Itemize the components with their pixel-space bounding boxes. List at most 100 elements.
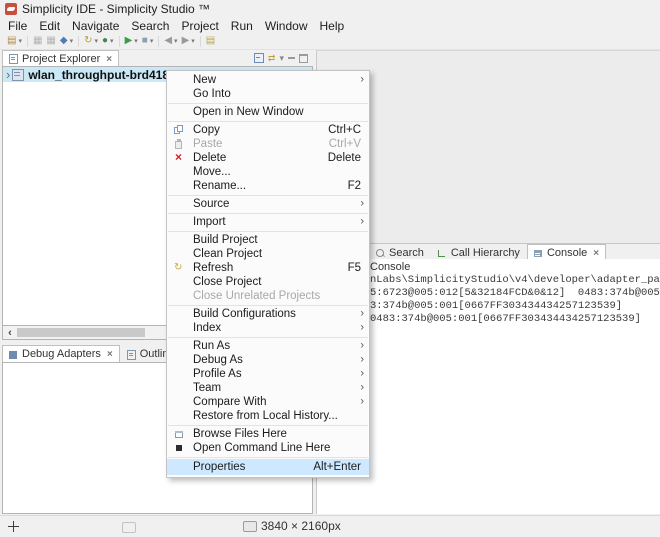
console-line: 5:6723@005:012[5&32184FCD&0&12] 0483:374… <box>370 287 660 300</box>
menu-help[interactable]: Help <box>314 19 351 33</box>
view-menu-icon[interactable]: ▾ <box>279 53 284 63</box>
menu-item-paste[interactable]: PasteCtrl+V <box>167 137 369 151</box>
link-with-editor-icon[interactable]: ⇄ <box>268 53 276 64</box>
chevron-down-icon[interactable]: ▾ <box>174 37 178 45</box>
menu-item-run-as[interactable]: Run As <box>167 339 369 353</box>
menu-navigate[interactable]: Navigate <box>66 19 125 33</box>
toolbar-separator <box>27 36 28 47</box>
run-button[interactable]: ▶▾ <box>123 34 140 48</box>
profile-icon: ■ <box>142 35 148 47</box>
submenu-arrow-icon <box>360 215 364 227</box>
menu-item-rename[interactable]: Rename...F2 <box>167 179 369 193</box>
profile-button[interactable]: ■▾ <box>140 34 156 48</box>
command-line-icon <box>174 443 184 453</box>
menu-separator <box>168 213 368 214</box>
welcome-button[interactable]: ◆▾ <box>58 34 75 48</box>
chevron-down-icon[interactable]: ▾ <box>134 37 138 45</box>
collapse-all-icon[interactable] <box>254 53 264 63</box>
forward-icon: ▶ <box>182 35 190 47</box>
menu-item-delete[interactable]: DeleteDelete <box>167 151 369 165</box>
menu-item-open-in-new-window[interactable]: Open in New Window <box>167 105 369 119</box>
open-resource-button[interactable]: ▤ <box>204 34 217 48</box>
menu-separator <box>168 337 368 338</box>
chevron-down-icon[interactable]: ▾ <box>150 37 154 45</box>
menu-separator <box>168 425 368 426</box>
back-button[interactable]: ◀▾ <box>162 34 179 48</box>
menu-search[interactable]: Search <box>125 19 175 33</box>
tab-debug-adapters[interactable]: Debug Adapters <box>2 345 120 362</box>
expand-arrow-icon[interactable] <box>6 68 10 81</box>
dimensions-text: 3840 × 2160px <box>261 519 341 533</box>
minimize-icon[interactable] <box>288 57 295 59</box>
main-toolbar: ▤▾ ▦ ▦ ◆▾ ↻▾ ●▾ ▶▾ ■▾ ◀▾ ▶▾ ▤ <box>0 33 660 50</box>
menu-item-new[interactable]: New <box>167 73 369 87</box>
menu-file[interactable]: File <box>2 19 33 33</box>
menu-item-browse-files-here[interactable]: Browse Files Here <box>167 427 369 441</box>
menu-item-restore-from-local-history[interactable]: Restore from Local History... <box>167 409 369 423</box>
submenu-arrow-icon <box>360 367 364 379</box>
menu-window[interactable]: Window <box>259 19 314 33</box>
menu-item-compare-with[interactable]: Compare With <box>167 395 369 409</box>
search-icon <box>376 249 384 257</box>
console-line: 0483:374b@005:001[0667FF3034344342571235… <box>370 313 660 326</box>
console-line: nLabs\SimplicityStudio\v4\developer\adap… <box>370 274 660 287</box>
menu-separator <box>168 231 368 232</box>
menu-separator <box>168 457 368 458</box>
menu-item-profile-as[interactable]: Profile As <box>167 367 369 381</box>
submenu-arrow-icon <box>360 395 364 407</box>
scroll-left-icon[interactable]: ‹ <box>3 327 17 339</box>
debug-button[interactable]: ●▾ <box>100 34 116 48</box>
menu-edit[interactable]: Edit <box>33 19 66 33</box>
toolbar-separator <box>119 36 120 47</box>
chevron-down-icon[interactable]: ▾ <box>70 37 74 45</box>
menu-project[interactable]: Project <box>175 19 224 33</box>
run-icon: ▶ <box>125 35 133 47</box>
save-button[interactable]: ▦ <box>31 34 44 48</box>
save-icon: ▦ <box>33 35 42 47</box>
submenu-arrow-icon <box>360 307 364 319</box>
menu-separator <box>168 195 368 196</box>
menu-item-copy[interactable]: CopyCtrl+C <box>167 123 369 137</box>
menu-item-refresh[interactable]: RefreshF5 <box>167 261 369 275</box>
paste-icon <box>174 139 184 149</box>
menu-run[interactable]: Run <box>225 19 259 33</box>
back-icon: ◀ <box>164 35 172 47</box>
maximize-icon[interactable] <box>299 54 308 63</box>
menu-item-source[interactable]: Source <box>167 197 369 211</box>
app-window: Simplicity IDE - Simplicity Studio ™ Fil… <box>0 0 660 537</box>
menu-item-move[interactable]: Move... <box>167 165 369 179</box>
chevron-down-icon[interactable]: ▾ <box>110 37 114 45</box>
scrollbar-thumb[interactable] <box>17 328 145 337</box>
menu-item-import[interactable]: Import <box>167 215 369 229</box>
menu-item-properties[interactable]: PropertiesAlt+Enter <box>167 459 369 475</box>
menu-item-debug-as[interactable]: Debug As <box>167 353 369 367</box>
menu-separator <box>168 103 368 104</box>
forward-button[interactable]: ▶▾ <box>180 34 197 48</box>
menu-separator <box>168 121 368 122</box>
close-icon[interactable] <box>107 349 113 360</box>
save-all-button[interactable]: ▦ <box>44 34 57 48</box>
refresh-button[interactable]: ↻▾ <box>82 34 100 48</box>
chevron-down-icon[interactable]: ▾ <box>191 37 195 45</box>
tab-label: Console <box>547 247 587 259</box>
menu-item-close-unrelated-projects[interactable]: Close Unrelated Projects <box>167 289 369 303</box>
chevron-down-icon[interactable]: ▾ <box>18 37 22 45</box>
project-icon <box>12 69 24 81</box>
new-wizard-button[interactable]: ▤▾ <box>5 34 24 48</box>
menu-item-team[interactable]: Team <box>167 381 369 395</box>
outline-icon <box>127 350 136 360</box>
welcome-icon: ◆ <box>60 35 68 47</box>
menu-bar: File Edit Navigate Search Project Run Wi… <box>0 18 660 33</box>
selection-rect-icon <box>122 522 136 533</box>
menu-item-open-command-line-here[interactable]: Open Command Line Here <box>167 441 369 455</box>
chevron-down-icon[interactable]: ▾ <box>94 37 98 45</box>
menu-item-clean-project[interactable]: Clean Project <box>167 247 369 261</box>
menu-item-build-project[interactable]: Build Project <box>167 233 369 247</box>
close-icon[interactable] <box>593 248 599 259</box>
menu-item-close-project[interactable]: Close Project <box>167 275 369 289</box>
menu-item-go-into[interactable]: Go Into <box>167 87 369 101</box>
console-line: 3:374b@005:001[0667FF303434434257123539] <box>370 300 660 313</box>
title-bar: Simplicity IDE - Simplicity Studio ™ <box>0 0 660 18</box>
menu-item-index[interactable]: Index <box>167 321 369 335</box>
menu-item-build-configurations[interactable]: Build Configurations <box>167 307 369 321</box>
